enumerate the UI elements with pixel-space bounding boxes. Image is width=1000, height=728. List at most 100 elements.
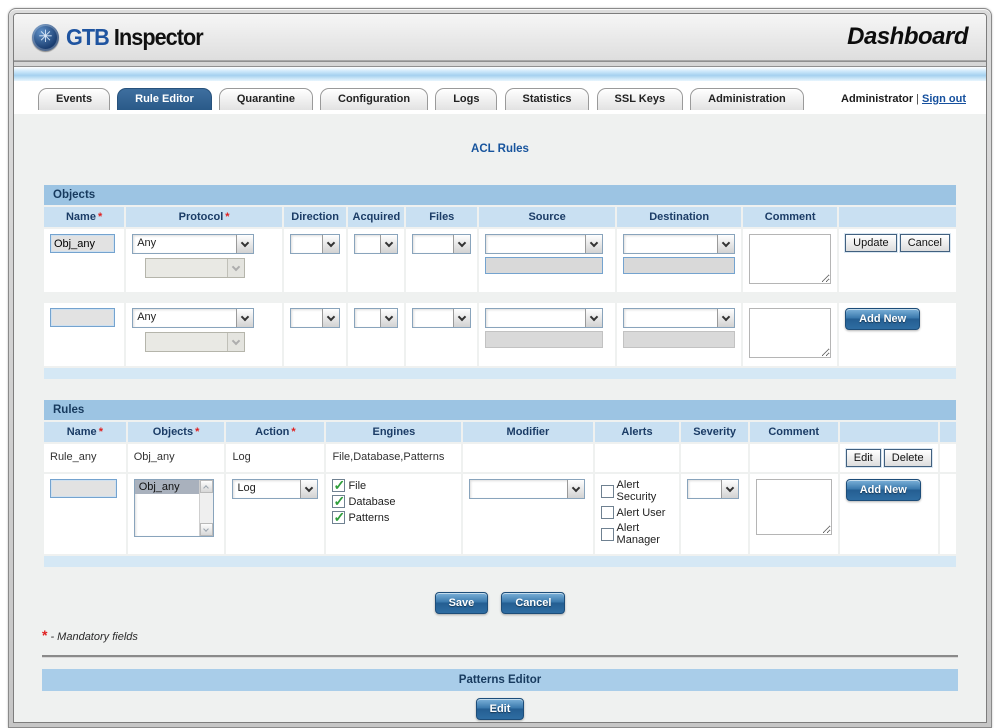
alert-user-label: Alert User (616, 506, 666, 519)
rules-table: Rules Name * Objects * Action * Engines Mod… (42, 398, 958, 569)
new-source-select[interactable] (485, 308, 604, 328)
new-destination-select[interactable] (623, 308, 736, 328)
rule-objects-value: Obj_any (127, 444, 225, 472)
action-select[interactable]: Log (232, 479, 319, 499)
chevron-down-icon[interactable] (300, 480, 318, 498)
listbox-scrollbar[interactable] (198, 480, 213, 536)
acquired-select[interactable] (354, 234, 399, 254)
new-direction-select[interactable] (289, 308, 341, 328)
tab-events[interactable]: Events (38, 88, 111, 110)
chevron-down-icon[interactable] (585, 309, 603, 327)
objects-table: Objects Name * Protocol * Direction Acquir… (42, 183, 958, 381)
tab-configuration[interactable]: Configuration (320, 88, 429, 110)
chevron-down-icon[interactable] (380, 309, 398, 327)
destination-input[interactable] (623, 257, 736, 274)
chevron-down-icon[interactable] (236, 235, 254, 253)
alert-user-checkbox[interactable] (600, 506, 614, 519)
patterns-checkbox-label: Patterns (348, 511, 390, 524)
chevron-down-icon[interactable] (717, 309, 735, 327)
col-header-actions (839, 207, 956, 227)
chevron-down-icon[interactable] (322, 309, 340, 327)
rules-header-row: Name * Objects * Action * Engines Modifier … (44, 422, 956, 442)
cancel-button[interactable]: Cancel (501, 592, 566, 614)
tab-quarantine[interactable]: Quarantine (218, 88, 313, 110)
sign-out-link[interactable]: Sign out (922, 93, 966, 105)
new-destination-input[interactable] (623, 331, 736, 348)
engine-database-option: Database (332, 493, 455, 510)
required-mark: * (97, 211, 103, 223)
tab-logs[interactable]: Logs (435, 88, 498, 110)
source-select[interactable] (485, 234, 604, 254)
direction-select[interactable] (289, 234, 341, 254)
new-object-name-input[interactable] (50, 308, 116, 327)
scroll-down-icon[interactable] (199, 523, 213, 536)
add-new-object-button[interactable]: Add New (845, 308, 921, 330)
tab-statistics[interactable]: Statistics (504, 88, 590, 110)
window-frame: ✳ GTB Inspector Dashboard Events Rule Ed… (8, 8, 992, 728)
severity-select[interactable] (687, 479, 740, 499)
chevron-down-icon[interactable] (322, 235, 340, 253)
chevron-down-icon[interactable] (585, 235, 603, 253)
new-rule-comment-textarea[interactable] (755, 479, 832, 535)
ship-wheel-icon: ✳ (32, 23, 59, 51)
database-checkbox[interactable] (332, 493, 346, 510)
modifier-select[interactable] (469, 479, 586, 499)
col-header-direction: Direction (283, 207, 347, 227)
new-acquired-select[interactable] (354, 308, 399, 328)
col-header-protocol: Protocol * (126, 207, 282, 227)
save-bar: Save Cancel (42, 592, 958, 614)
chevron-down-icon (227, 333, 245, 351)
protocol-select[interactable]: Any (132, 234, 255, 254)
chevron-down-icon[interactable] (721, 480, 739, 498)
tab-rule-editor[interactable]: Rule Editor (117, 88, 212, 110)
add-new-rule-button[interactable]: Add New (845, 479, 921, 501)
new-files-select[interactable] (412, 308, 472, 328)
chevron-down-icon[interactable] (236, 309, 254, 327)
objects-listbox[interactable]: Obj_any (133, 479, 214, 537)
rule-action-value: Log (226, 444, 325, 472)
chevron-down-icon[interactable] (453, 309, 471, 327)
tab-ssl-keys[interactable]: SSL Keys (596, 88, 684, 110)
save-button[interactable]: Save (434, 592, 489, 614)
destination-select[interactable] (623, 234, 736, 254)
user-bar-separator: | (916, 93, 919, 105)
scroll-up-icon[interactable] (199, 480, 213, 493)
files-select[interactable] (412, 234, 472, 254)
file-checkbox[interactable] (332, 477, 346, 494)
chevron-down-icon[interactable] (567, 480, 585, 498)
new-object-comment-textarea[interactable] (749, 308, 832, 358)
alert-security-option: Alert Security (600, 479, 674, 503)
col-header-extra (939, 422, 956, 442)
source-input[interactable] (485, 257, 604, 274)
col-header-comment: Comment (743, 207, 838, 227)
edit-rule-button[interactable]: Edit (845, 449, 881, 467)
object-name-input[interactable] (50, 234, 116, 253)
chevron-down-icon[interactable] (453, 235, 471, 253)
col-header-alerts: Alerts (594, 422, 680, 442)
patterns-edit-button[interactable]: Edit (475, 698, 525, 720)
blue-gradient-bar (14, 67, 986, 81)
col-header-rule-comment: Comment (749, 422, 838, 442)
alert-security-checkbox[interactable] (600, 484, 614, 498)
new-protocol-select[interactable]: Any (132, 308, 255, 328)
required-mark: * (291, 426, 296, 438)
rules-section-header: Rules (44, 400, 956, 420)
patterns-checkbox[interactable] (332, 509, 346, 526)
alert-manager-option: Alert Manager (600, 522, 674, 546)
database-checkbox-label: Database (348, 495, 396, 508)
protocol-sub-select (145, 258, 246, 278)
alert-manager-checkbox[interactable] (600, 527, 614, 541)
chevron-down-icon[interactable] (717, 235, 735, 253)
col-header-rule-name: Name * (44, 422, 126, 442)
object-comment-textarea[interactable] (749, 234, 832, 284)
new-source-input[interactable] (485, 331, 604, 348)
tab-administration[interactable]: Administration (690, 88, 804, 110)
listbox-option[interactable]: Obj_any (134, 480, 199, 494)
chevron-down-icon[interactable] (380, 235, 398, 253)
col-header-name: Name * (44, 207, 125, 227)
delete-rule-button[interactable]: Delete (883, 449, 932, 467)
new-rule-name-input[interactable] (50, 479, 117, 498)
cancel-object-button[interactable]: Cancel (899, 234, 950, 252)
main-content: ACL Rules Objects Name * Protocol * Direct… (14, 114, 986, 722)
update-button[interactable]: Update (845, 234, 897, 252)
